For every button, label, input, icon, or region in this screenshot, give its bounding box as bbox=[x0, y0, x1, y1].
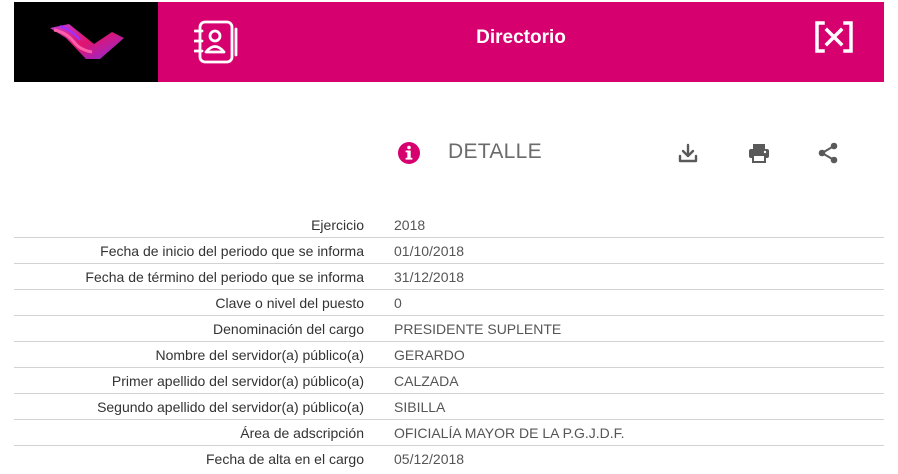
detail-table: Ejercicio 2018 Fecha de inicio del periodo… bbox=[14, 212, 884, 471]
row-value: 2018 bbox=[378, 212, 884, 238]
download-icon bbox=[678, 143, 698, 163]
row-label: Área de adscripción bbox=[14, 419, 378, 446]
share-icon bbox=[818, 142, 838, 164]
table-row: Fecha de alta en el cargo 05/12/2018 bbox=[14, 446, 884, 472]
detail-heading: DETALLE bbox=[448, 140, 542, 163]
table-row: Fecha de inicio del periodo que se infor… bbox=[14, 237, 884, 264]
row-label: Clave o nivel del puesto bbox=[14, 289, 378, 316]
row-value: 31/12/2018 bbox=[378, 263, 884, 290]
row-label: Primer apellido del servidor(a) público(… bbox=[14, 367, 378, 394]
download-button[interactable] bbox=[676, 141, 700, 165]
page-title: Directorio bbox=[476, 27, 566, 48]
table-row: Nombre del servidor(a) público(a) GERARDO bbox=[14, 341, 884, 368]
table-row: Fecha de término del periodo que se info… bbox=[14, 263, 884, 290]
row-value: OFICIALÍA MAYOR DE LA P.G.J.D.F. bbox=[378, 419, 884, 446]
close-button[interactable] bbox=[814, 20, 854, 54]
table-row: Área de adscripción OFICIALÍA MAYOR DE LA… bbox=[14, 419, 884, 446]
row-label: Ejercicio bbox=[14, 212, 378, 238]
contact-book-icon bbox=[193, 20, 244, 64]
row-value: 01/10/2018 bbox=[378, 237, 884, 264]
row-value: SIBILLA bbox=[378, 393, 884, 420]
row-label: Segundo apellido del servidor(a) público… bbox=[14, 393, 378, 420]
row-label: Fecha de alta en el cargo bbox=[206, 450, 364, 467]
table-row: Clave o nivel del puesto 0 bbox=[14, 289, 884, 316]
row-value: CALZADA bbox=[378, 367, 884, 394]
header-bar: Directorio bbox=[14, 2, 884, 82]
info-icon bbox=[397, 141, 421, 165]
share-button[interactable] bbox=[816, 141, 840, 165]
table-row: Denominación del cargo PRESIDENTE SUPLENT… bbox=[14, 315, 884, 342]
print-button[interactable] bbox=[747, 141, 771, 165]
row-value: 0 bbox=[378, 289, 884, 316]
table-row: Ejercicio 2018 bbox=[14, 212, 884, 238]
row-value: 05/12/2018 bbox=[394, 450, 465, 467]
table-row: Segundo apellido del servidor(a) público… bbox=[14, 393, 884, 420]
row-value: GERARDO bbox=[378, 341, 884, 368]
table-row: Primer apellido del servidor(a) público(… bbox=[14, 367, 884, 394]
institution-logo bbox=[14, 2, 158, 82]
print-icon bbox=[749, 144, 769, 163]
row-label: Fecha de inicio del periodo que se infor… bbox=[14, 237, 378, 264]
row-label: Nombre del servidor(a) público(a) bbox=[14, 341, 378, 368]
row-label: Denominación del cargo bbox=[14, 315, 378, 342]
row-value: PRESIDENTE SUPLENTE bbox=[378, 315, 884, 342]
row-label: Fecha de término del periodo que se info… bbox=[14, 263, 378, 290]
